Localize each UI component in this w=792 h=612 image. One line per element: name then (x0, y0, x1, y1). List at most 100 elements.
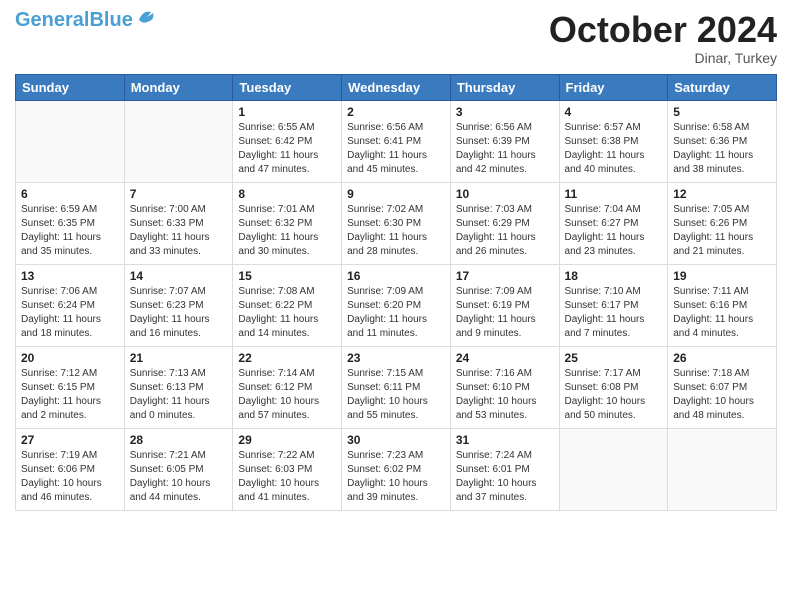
calendar-cell: 3 Sunrise: 6:56 AMSunset: 6:39 PMDaylight… (450, 100, 559, 182)
day-info: Sunrise: 7:22 AMSunset: 6:03 PMDaylight:… (238, 449, 336, 505)
day-info: Sunrise: 7:07 AMSunset: 6:23 PMDaylight:… (130, 285, 228, 341)
header-monday: Monday (124, 74, 233, 100)
calendar-cell: 17 Sunrise: 7:09 AMSunset: 6:19 PMDayligh… (450, 264, 559, 346)
calendar-cell: 5Sunrise: 6:58 AMSunset: 6:36 PMDaylight… (668, 100, 777, 182)
calendar-cell (124, 100, 233, 182)
day-info: Sunrise: 7:09 AMSunset: 6:20 PMDaylight:… (347, 285, 445, 341)
calendar-header: Sunday Monday Tuesday Wednesday Thursday… (16, 74, 777, 100)
day-info: Sunrise: 7:08 AMSunset: 6:22 PMDaylight:… (238, 285, 336, 341)
day-number: 3 (456, 105, 554, 119)
day-number: 13 (21, 269, 119, 283)
header-thursday: Thursday (450, 74, 559, 100)
calendar-cell (559, 428, 668, 510)
calendar-cell: 14 Sunrise: 7:07 AMSunset: 6:23 PMDayligh… (124, 264, 233, 346)
day-info: Sunrise: 6:57 AMSunset: 6:38 PMDaylight:… (565, 121, 663, 177)
calendar-week-3: 13 Sunrise: 7:06 AMSunset: 6:24 PMDayligh… (16, 264, 777, 346)
day-number: 30 (347, 433, 445, 447)
day-info: Sunrise: 7:19 AMSunset: 6:06 PMDaylight:… (21, 449, 119, 505)
calendar-body: 1 Sunrise: 6:55 AMSunset: 6:42 PMDaylight… (16, 100, 777, 510)
calendar-cell (16, 100, 125, 182)
day-number: 24 (456, 351, 554, 365)
day-number: 29 (238, 433, 336, 447)
logo-blue: Blue (89, 9, 132, 31)
calendar-week-4: 20 Sunrise: 7:12 AMSunset: 6:15 PMDayligh… (16, 346, 777, 428)
logo-block: GeneralBlue (15, 10, 157, 30)
day-number: 28 (130, 433, 228, 447)
day-number: 17 (456, 269, 554, 283)
calendar-cell: 15Sunrise: 7:08 AMSunset: 6:22 PMDayligh… (233, 264, 342, 346)
day-number: 31 (456, 433, 554, 447)
calendar-cell: 7 Sunrise: 7:00 AMSunset: 6:33 PMDaylight… (124, 182, 233, 264)
calendar-cell: 1 Sunrise: 6:55 AMSunset: 6:42 PMDaylight… (233, 100, 342, 182)
calendar-cell: 8 Sunrise: 7:01 AMSunset: 6:32 PMDaylight… (233, 182, 342, 264)
day-info: Sunrise: 7:23 AMSunset: 6:02 PMDaylight:… (347, 449, 445, 505)
day-info: Sunrise: 7:10 AMSunset: 6:17 PMDaylight:… (565, 285, 663, 341)
day-info: Sunrise: 7:16 AMSunset: 6:10 PMDaylight:… (456, 367, 554, 423)
day-number: 10 (456, 187, 554, 201)
day-number: 20 (21, 351, 119, 365)
day-info: Sunrise: 7:14 AMSunset: 6:12 PMDaylight:… (238, 367, 336, 423)
day-info: Sunrise: 6:58 AMSunset: 6:36 PMDaylight:… (673, 121, 771, 177)
subtitle: Dinar, Turkey (549, 50, 777, 66)
day-info: Sunrise: 7:03 AMSunset: 6:29 PMDaylight:… (456, 203, 554, 259)
calendar-table: Sunday Monday Tuesday Wednesday Thursday… (15, 74, 777, 511)
day-info: Sunrise: 7:12 AMSunset: 6:15 PMDaylight:… (21, 367, 119, 423)
main-container: GeneralBlue October 2024 Dinar, Turkey S… (0, 0, 792, 612)
day-info: Sunrise: 7:05 AMSunset: 6:26 PMDaylight:… (673, 203, 771, 259)
calendar-cell: 13 Sunrise: 7:06 AMSunset: 6:24 PMDayligh… (16, 264, 125, 346)
day-info: Sunrise: 7:01 AMSunset: 6:32 PMDaylight:… (238, 203, 336, 259)
day-info: Sunrise: 7:00 AMSunset: 6:33 PMDaylight:… (130, 203, 228, 259)
day-number: 18 (565, 269, 663, 283)
day-number: 4 (565, 105, 663, 119)
calendar-cell: 18 Sunrise: 7:10 AMSunset: 6:17 PMDayligh… (559, 264, 668, 346)
day-number: 1 (238, 105, 336, 119)
calendar-cell: 26Sunrise: 7:18 AMSunset: 6:07 PMDayligh… (668, 346, 777, 428)
calendar-cell: 29 Sunrise: 7:22 AMSunset: 6:03 PMDayligh… (233, 428, 342, 510)
header-sunday: Sunday (16, 74, 125, 100)
day-info: Sunrise: 7:17 AMSunset: 6:08 PMDaylight:… (565, 367, 663, 423)
logo: GeneralBlue (15, 10, 157, 30)
month-title: October 2024 (549, 10, 777, 50)
day-info: Sunrise: 7:09 AMSunset: 6:19 PMDaylight:… (456, 285, 554, 341)
day-info: Sunrise: 6:55 AMSunset: 6:42 PMDaylight:… (238, 121, 336, 177)
day-number: 7 (130, 187, 228, 201)
calendar-cell: 22 Sunrise: 7:14 AMSunset: 6:12 PMDayligh… (233, 346, 342, 428)
calendar-cell: 6Sunrise: 6:59 AMSunset: 6:35 PMDaylight… (16, 182, 125, 264)
header-friday: Friday (559, 74, 668, 100)
calendar-cell: 23Sunrise: 7:15 AMSunset: 6:11 PMDayligh… (342, 346, 451, 428)
day-info: Sunrise: 7:18 AMSunset: 6:07 PMDaylight:… (673, 367, 771, 423)
calendar-week-1: 1 Sunrise: 6:55 AMSunset: 6:42 PMDaylight… (16, 100, 777, 182)
calendar-cell: 9Sunrise: 7:02 AMSunset: 6:30 PMDaylight… (342, 182, 451, 264)
calendar-cell: 28 Sunrise: 7:21 AMSunset: 6:05 PMDayligh… (124, 428, 233, 510)
calendar-cell: 11 Sunrise: 7:04 AMSunset: 6:27 PMDayligh… (559, 182, 668, 264)
calendar-cell: 19Sunrise: 7:11 AMSunset: 6:16 PMDayligh… (668, 264, 777, 346)
calendar-cell: 2Sunrise: 6:56 AMSunset: 6:41 PMDaylight… (342, 100, 451, 182)
calendar-cell: 20 Sunrise: 7:12 AMSunset: 6:15 PMDayligh… (16, 346, 125, 428)
day-info: Sunrise: 7:15 AMSunset: 6:11 PMDaylight:… (347, 367, 445, 423)
weekday-row: Sunday Monday Tuesday Wednesday Thursday… (16, 74, 777, 100)
day-number: 27 (21, 433, 119, 447)
day-info: Sunrise: 7:11 AMSunset: 6:16 PMDaylight:… (673, 285, 771, 341)
calendar-cell: 24 Sunrise: 7:16 AMSunset: 6:10 PMDayligh… (450, 346, 559, 428)
day-info: Sunrise: 7:21 AMSunset: 6:05 PMDaylight:… (130, 449, 228, 505)
calendar-cell (668, 428, 777, 510)
calendar-cell: 31 Sunrise: 7:24 AMSunset: 6:01 PMDayligh… (450, 428, 559, 510)
calendar-week-5: 27 Sunrise: 7:19 AMSunset: 6:06 PMDayligh… (16, 428, 777, 510)
day-info: Sunrise: 7:24 AMSunset: 6:01 PMDaylight:… (456, 449, 554, 505)
day-info: Sunrise: 7:04 AMSunset: 6:27 PMDaylight:… (565, 203, 663, 259)
day-number: 11 (565, 187, 663, 201)
calendar-cell: 12Sunrise: 7:05 AMSunset: 6:26 PMDayligh… (668, 182, 777, 264)
day-info: Sunrise: 6:56 AMSunset: 6:39 PMDaylight:… (456, 121, 554, 177)
day-info: Sunrise: 7:06 AMSunset: 6:24 PMDaylight:… (21, 285, 119, 341)
day-number: 6 (21, 187, 119, 201)
day-number: 14 (130, 269, 228, 283)
day-number: 22 (238, 351, 336, 365)
header-saturday: Saturday (668, 74, 777, 100)
calendar-cell: 30 Sunrise: 7:23 AMSunset: 6:02 PMDayligh… (342, 428, 451, 510)
day-info: Sunrise: 7:13 AMSunset: 6:13 PMDaylight:… (130, 367, 228, 423)
day-info: Sunrise: 6:56 AMSunset: 6:41 PMDaylight:… (347, 121, 445, 177)
day-number: 16 (347, 269, 445, 283)
header-tuesday: Tuesday (233, 74, 342, 100)
day-number: 8 (238, 187, 336, 201)
day-number: 25 (565, 351, 663, 365)
